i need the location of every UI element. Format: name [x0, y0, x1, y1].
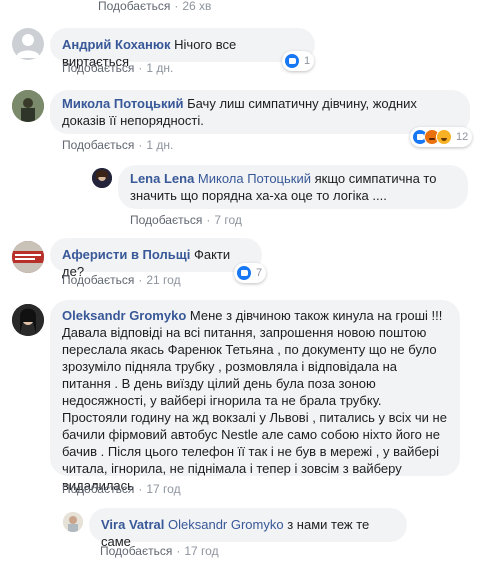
profile-photo-icon — [92, 168, 112, 188]
profile-photo-icon — [12, 241, 44, 273]
like-reaction-icon — [236, 265, 252, 281]
comment-author[interactable]: Vira Vatral — [101, 517, 164, 532]
comment-bubble: Микола Потоцький Бачу лиш симпатичну дів… — [50, 90, 470, 134]
default-avatar-icon — [16, 34, 40, 58]
reaction-count: 7 — [256, 267, 263, 279]
comment-meta: Подобається · 7 год — [130, 213, 242, 227]
reply-bubble: Vira Vatral Oleksandr Gromyko з нами теж… — [89, 508, 407, 549]
comment-meta: Подобається · 17 год — [100, 544, 219, 558]
comment-author[interactable]: Андрий Коханюк — [62, 37, 171, 52]
timestamp[interactable]: 17 год — [184, 544, 218, 558]
timestamp[interactable]: 21 год — [146, 273, 180, 287]
comment-meta: Подобається · 1 дн. — [62, 61, 174, 75]
avatar[interactable] — [12, 304, 44, 336]
avatar[interactable] — [12, 28, 44, 60]
timestamp[interactable]: 17 год — [146, 482, 180, 496]
like-link[interactable]: Подобається — [100, 544, 172, 558]
reaction-summary[interactable]: 1 — [282, 51, 315, 71]
reaction-count: 12 — [456, 131, 469, 143]
comment-author[interactable]: Oleksandr Gromyko — [62, 308, 186, 323]
comment-author[interactable]: Lena Lena — [130, 171, 194, 186]
like-reaction-icon — [284, 53, 300, 69]
reaction-summary[interactable]: 12 — [410, 127, 473, 147]
timestamp[interactable]: 1 дн. — [146, 138, 173, 152]
profile-photo-icon — [12, 304, 44, 336]
comment-meta: Подобається · 26 хв — [98, 0, 212, 13]
avatar[interactable] — [12, 241, 44, 273]
profile-photo-icon — [63, 512, 83, 532]
profile-photo-icon — [12, 90, 44, 122]
comment-bubble: Oleksandr Gromyko Мене з дівчиною також … — [50, 300, 460, 493]
comment-bubble: Андрий Коханюк Нічого все виртається — [50, 28, 315, 69]
like-link[interactable]: Подобається — [98, 0, 170, 13]
avatar[interactable] — [92, 168, 112, 188]
haha-reaction-icon — [436, 129, 452, 145]
timestamp[interactable]: 26 хв — [182, 0, 211, 13]
comment-meta: Подобається · 1 дн. — [62, 138, 174, 152]
like-link[interactable]: Подобається — [62, 61, 134, 75]
comment-meta: Подобається · 21 год — [62, 273, 181, 287]
comment-author[interactable]: Аферисти в Польщі — [62, 247, 190, 262]
avatar[interactable] — [12, 90, 44, 122]
like-link[interactable]: Подобається — [130, 213, 202, 227]
comment-bubble: Аферисти в Польщі Факти де? — [50, 238, 262, 279]
reaction-summary[interactable]: 7 — [234, 263, 267, 283]
timestamp[interactable]: 1 дн. — [146, 61, 173, 75]
like-link[interactable]: Подобається — [62, 482, 134, 496]
mention-link[interactable]: Микола Потоцький — [198, 171, 311, 186]
like-link[interactable]: Подобається — [62, 273, 134, 287]
comment-meta: Подобається · 17 год — [62, 482, 181, 496]
timestamp[interactable]: 7 год — [214, 213, 242, 227]
reaction-count: 1 — [304, 55, 311, 67]
reply-bubble: Lena Lena Микола Потоцький якщо симпатич… — [118, 165, 468, 209]
mention-link[interactable]: Oleksandr Gromyko — [168, 517, 284, 532]
comment-text: Мене з дівчиною також кинула на гроші !!… — [62, 308, 447, 493]
like-link[interactable]: Подобається — [62, 138, 134, 152]
avatar[interactable] — [63, 512, 83, 532]
comment-author[interactable]: Микола Потоцький — [62, 96, 183, 111]
